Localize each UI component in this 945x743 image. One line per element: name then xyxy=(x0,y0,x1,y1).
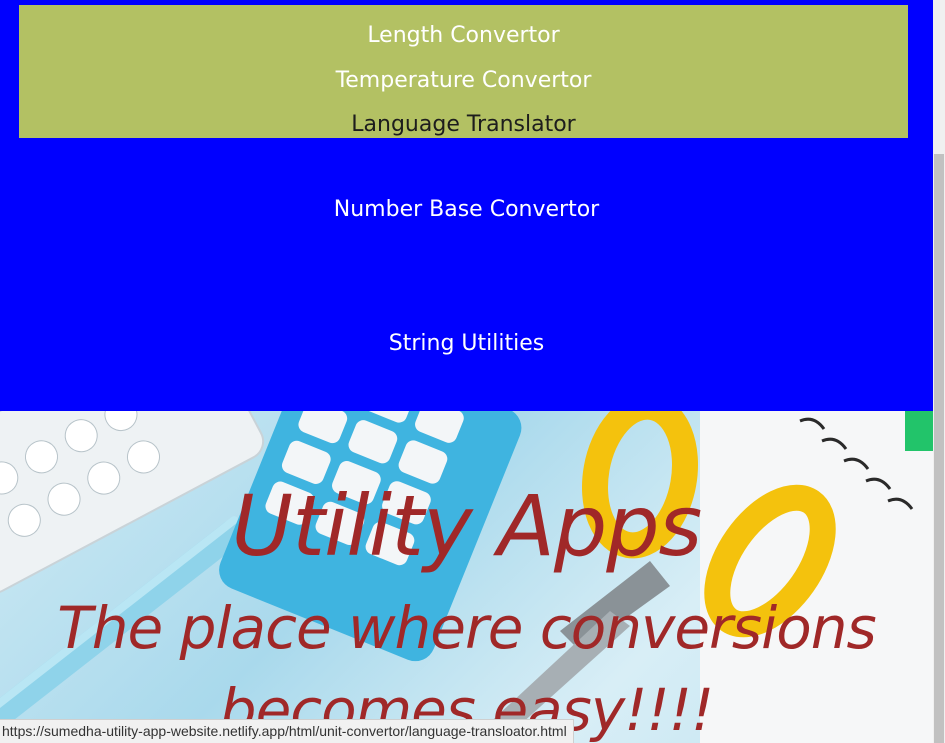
scrollbar-thumb[interactable] xyxy=(934,154,944,743)
page-viewport: Length Convertor Temperature Convertor L… xyxy=(0,0,933,743)
hero-title: Utility Apps xyxy=(231,477,703,575)
unit-convertor-dropdown-menu: Length Convertor Temperature Convertor L… xyxy=(19,5,908,138)
dropdown-item-language-translator[interactable]: Language Translator xyxy=(351,103,575,148)
nav-link-string-utilities[interactable]: String Utilities xyxy=(0,331,933,356)
vertical-scrollbar[interactable] xyxy=(933,0,945,743)
dropdown-item-temperature-convertor[interactable]: Temperature Convertor xyxy=(336,59,592,104)
nav-link-number-base-convertor[interactable]: Number Base Convertor xyxy=(0,197,933,222)
browser-status-bar: https://sumedha-utility-app-website.netl… xyxy=(0,719,574,743)
dropdown-item-length-convertor[interactable]: Length Convertor xyxy=(367,14,559,59)
hero-banner: Utility Apps The place where conversions… xyxy=(0,411,933,743)
